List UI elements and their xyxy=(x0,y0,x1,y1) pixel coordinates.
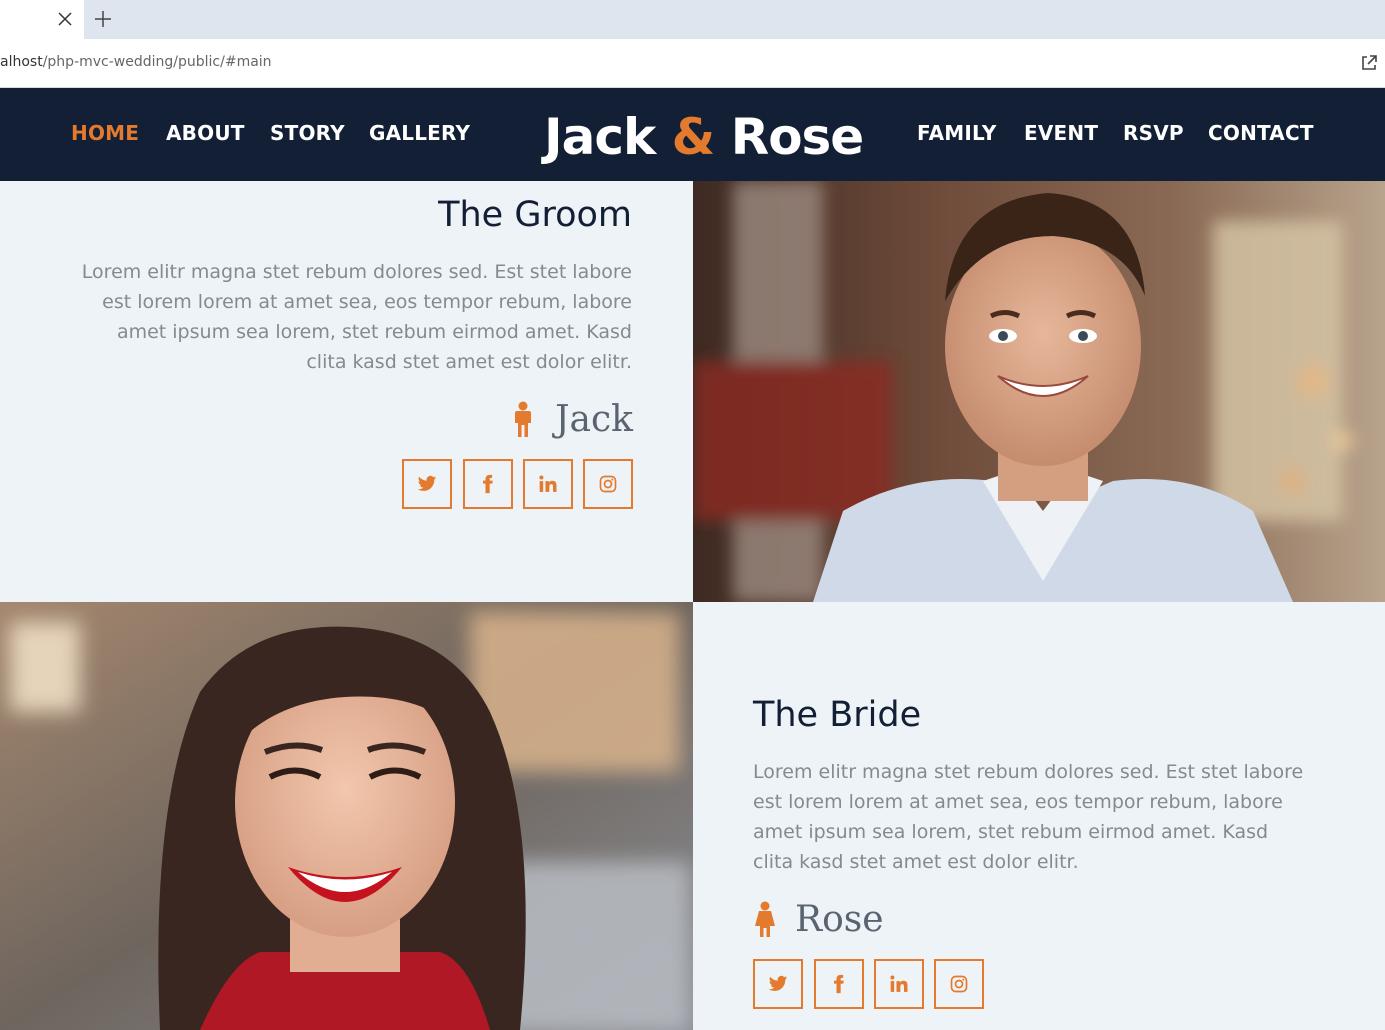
nav-contact[interactable]: CONTACT xyxy=(1208,121,1314,145)
female-person-icon xyxy=(755,901,775,937)
external-link-icon[interactable] xyxy=(1359,53,1379,73)
bride-twitter-button[interactable] xyxy=(753,959,803,1009)
groom-photo xyxy=(693,181,1385,602)
groom-twitter-button[interactable] xyxy=(402,459,452,509)
groom-description: Lorem elitr magna stet rebum dolores sed… xyxy=(81,261,632,373)
close-icon[interactable] xyxy=(56,10,74,28)
twitter-icon xyxy=(417,475,437,491)
url-path: /php-mvc-wedding/public/#main xyxy=(42,54,272,70)
brand-first-name: Jack xyxy=(544,108,656,166)
brand-second-name: Rose xyxy=(730,108,865,166)
bride-name-row: Rose xyxy=(753,899,884,940)
nav-gallery[interactable]: GALLERY xyxy=(369,121,470,145)
plus-icon[interactable] xyxy=(92,8,114,30)
brand-ampersand: & xyxy=(671,108,716,166)
url-host: alhost xyxy=(0,54,43,70)
nav-rsvp[interactable]: RSVP xyxy=(1123,121,1184,145)
groom-instagram-button[interactable] xyxy=(583,459,633,509)
nav-home[interactable]: HOME xyxy=(71,121,139,145)
bride-photo xyxy=(0,602,693,1030)
bride-social-links xyxy=(753,959,985,1009)
bride-facebook-button[interactable] xyxy=(814,959,864,1009)
main-navbar: HOME ABOUT STORY GALLERY Jack & Rose FAM… xyxy=(0,88,1385,181)
facebook-icon xyxy=(483,474,493,494)
groom-linkedin-button[interactable] xyxy=(523,459,573,509)
groom-facebook-button[interactable] xyxy=(463,459,513,509)
address-bar[interactable]: alhost/php-mvc-wedding/public/#main xyxy=(0,39,1385,88)
male-person-icon xyxy=(515,401,531,437)
groom-social-links xyxy=(402,459,634,509)
linkedin-icon xyxy=(539,475,557,492)
groom-name: Jack xyxy=(555,399,633,440)
twitter-icon xyxy=(768,975,788,991)
instagram-icon xyxy=(950,975,968,993)
active-tab[interactable] xyxy=(0,0,84,39)
nav-story[interactable]: STORY xyxy=(270,121,345,145)
bride-instagram-button[interactable] xyxy=(934,959,984,1009)
url-text[interactable]: alhost/php-mvc-wedding/public/#main xyxy=(0,54,272,70)
tab-strip xyxy=(0,0,1385,39)
brand-logo[interactable]: Jack & Rose xyxy=(544,108,865,166)
nav-event[interactable]: EVENT xyxy=(1024,121,1098,145)
bride-name: Rose xyxy=(795,899,884,940)
bride-linkedin-button[interactable] xyxy=(874,959,924,1009)
bride-heading: The Bride xyxy=(753,695,922,735)
facebook-icon xyxy=(834,974,844,994)
nav-family[interactable]: FAMILY xyxy=(917,121,997,145)
instagram-icon xyxy=(599,475,617,493)
groom-heading: The Groom xyxy=(438,195,632,235)
nav-about[interactable]: ABOUT xyxy=(166,121,245,145)
linkedin-icon xyxy=(890,975,908,992)
groom-name-row: Jack xyxy=(505,399,635,440)
bride-description: Lorem elitr magna stet rebum dolores sed… xyxy=(753,761,1304,873)
